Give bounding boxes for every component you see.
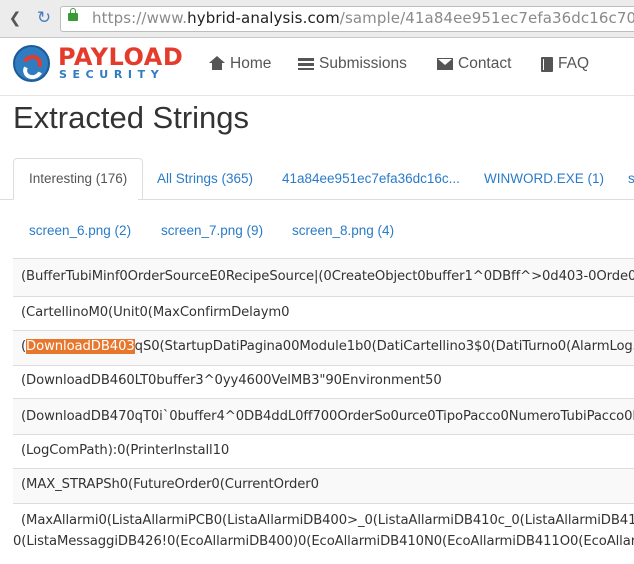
tab-sample-file[interactable]: 41a84ee951ec7efa36dc16c... <box>282 158 460 199</box>
payload-security-logo[interactable]: PAYLOAD SECURITY <box>13 43 183 87</box>
lock-icon <box>68 8 78 21</box>
string-value: (DownloadDB470qT0i`0buffer4^0DB4ddL0ff70… <box>21 409 634 424</box>
string-value: (DownloadDB403qS0(StartupDatiPagina00Mod… <box>21 339 634 354</box>
tab-baseline <box>138 199 634 200</box>
string-value: (DownloadDB460LT0buffer3^0yy4600VelMB3"9… <box>21 373 442 388</box>
nav-home-link[interactable]: Home <box>209 55 271 73</box>
nav-home-label: Home <box>230 55 272 72</box>
search-highlight: DownloadDB403 <box>26 339 135 354</box>
tab-screen-7[interactable]: screen_7.png (9) <box>161 212 263 250</box>
nav-submissions-label: Submissions <box>319 55 407 72</box>
tab-winword[interactable]: WINWORD.EXE (1) <box>484 158 604 199</box>
tab-baseline <box>0 199 13 200</box>
back-arrow-icon[interactable]: ❮ <box>3 7 27 29</box>
list-icon <box>298 57 314 71</box>
address-bar[interactable]: https://www.hybrid-analysis.com/sample/4… <box>60 6 634 32</box>
envelope-icon <box>437 58 453 70</box>
table-row: (CartellinoM0(Unit0(MaxConfirmDelaym0 <box>13 296 634 330</box>
logo-word-security: SECURITY <box>59 68 165 81</box>
page-title: Extracted Strings <box>13 100 250 135</box>
url-text: https://www.hybrid-analysis.com/sample/4… <box>92 9 634 27</box>
string-value-continued: 0(ListaMessaggiDB426!0(EcoAllarmiDB400)0… <box>13 534 634 549</box>
tab-more[interactable]: s <box>628 158 634 199</box>
book-icon <box>541 56 553 72</box>
string-value: (MAX_STRAPSh0(FutureOrder0(CurrentOrder0 <box>21 477 319 492</box>
tab-all-strings[interactable]: All Strings (365) <box>157 158 253 199</box>
string-value: (LogComPath):0(PrinterInstall10 <box>21 443 230 458</box>
logo-mark-icon <box>13 45 50 82</box>
table-row: (BufferTubiMinf0OrderSourceE0RecipeSourc… <box>13 258 634 296</box>
tab-interesting[interactable]: Interesting (176) <box>13 158 144 200</box>
table-row: (MaxAllarmi0(ListaAllarmiPCB0(ListaAllar… <box>13 503 634 564</box>
nav-contact-label: Contact <box>458 55 512 72</box>
table-row: (DownloadDB403qS0(StartupDatiPagina00Mod… <box>13 330 634 365</box>
screenshot-tabs: screen_6.png (2) screen_7.png (9) screen… <box>0 212 634 250</box>
table-row: (DownloadDB460LT0buffer3^0yy4600VelMB3"9… <box>13 365 634 398</box>
tab-screen-6[interactable]: screen_6.png (2) <box>29 212 131 250</box>
string-value: (BufferTubiMinf0OrderSourceE0RecipeSourc… <box>21 269 634 284</box>
nav-submissions-link[interactable]: Submissions <box>298 55 407 73</box>
browser-toolbar: ❮ ↻ https://www.hybrid-analysis.com/samp… <box>0 0 634 38</box>
string-value: (MaxAllarmi0(ListaAllarmiPCB0(ListaAllar… <box>21 513 634 528</box>
logo-word-payload: PAYLOAD <box>58 43 184 71</box>
table-row: (DownloadDB470qT0i`0buffer4^0DB4ddL0ff70… <box>13 398 634 434</box>
tab-screen-8[interactable]: screen_8.png (4) <box>292 212 394 250</box>
strings-table: (BufferTubiMinf0OrderSourceE0RecipeSourc… <box>13 258 634 564</box>
nav-faq-link[interactable]: FAQ <box>541 55 589 73</box>
string-tabs: Interesting (176) All Strings (365) 41a8… <box>0 158 634 200</box>
header-divider <box>0 95 634 96</box>
reload-icon[interactable]: ↻ <box>32 7 56 29</box>
table-row: (MAX_STRAPSh0(FutureOrder0(CurrentOrder0 <box>13 468 634 503</box>
table-row: (LogComPath):0(PrinterInstall10 <box>13 434 634 468</box>
nav-faq-label: FAQ <box>558 55 590 72</box>
nav-contact-link[interactable]: Contact <box>437 55 511 73</box>
home-icon <box>209 56 225 71</box>
string-value: (CartellinoM0(Unit0(MaxConfirmDelaym0 <box>21 305 290 320</box>
